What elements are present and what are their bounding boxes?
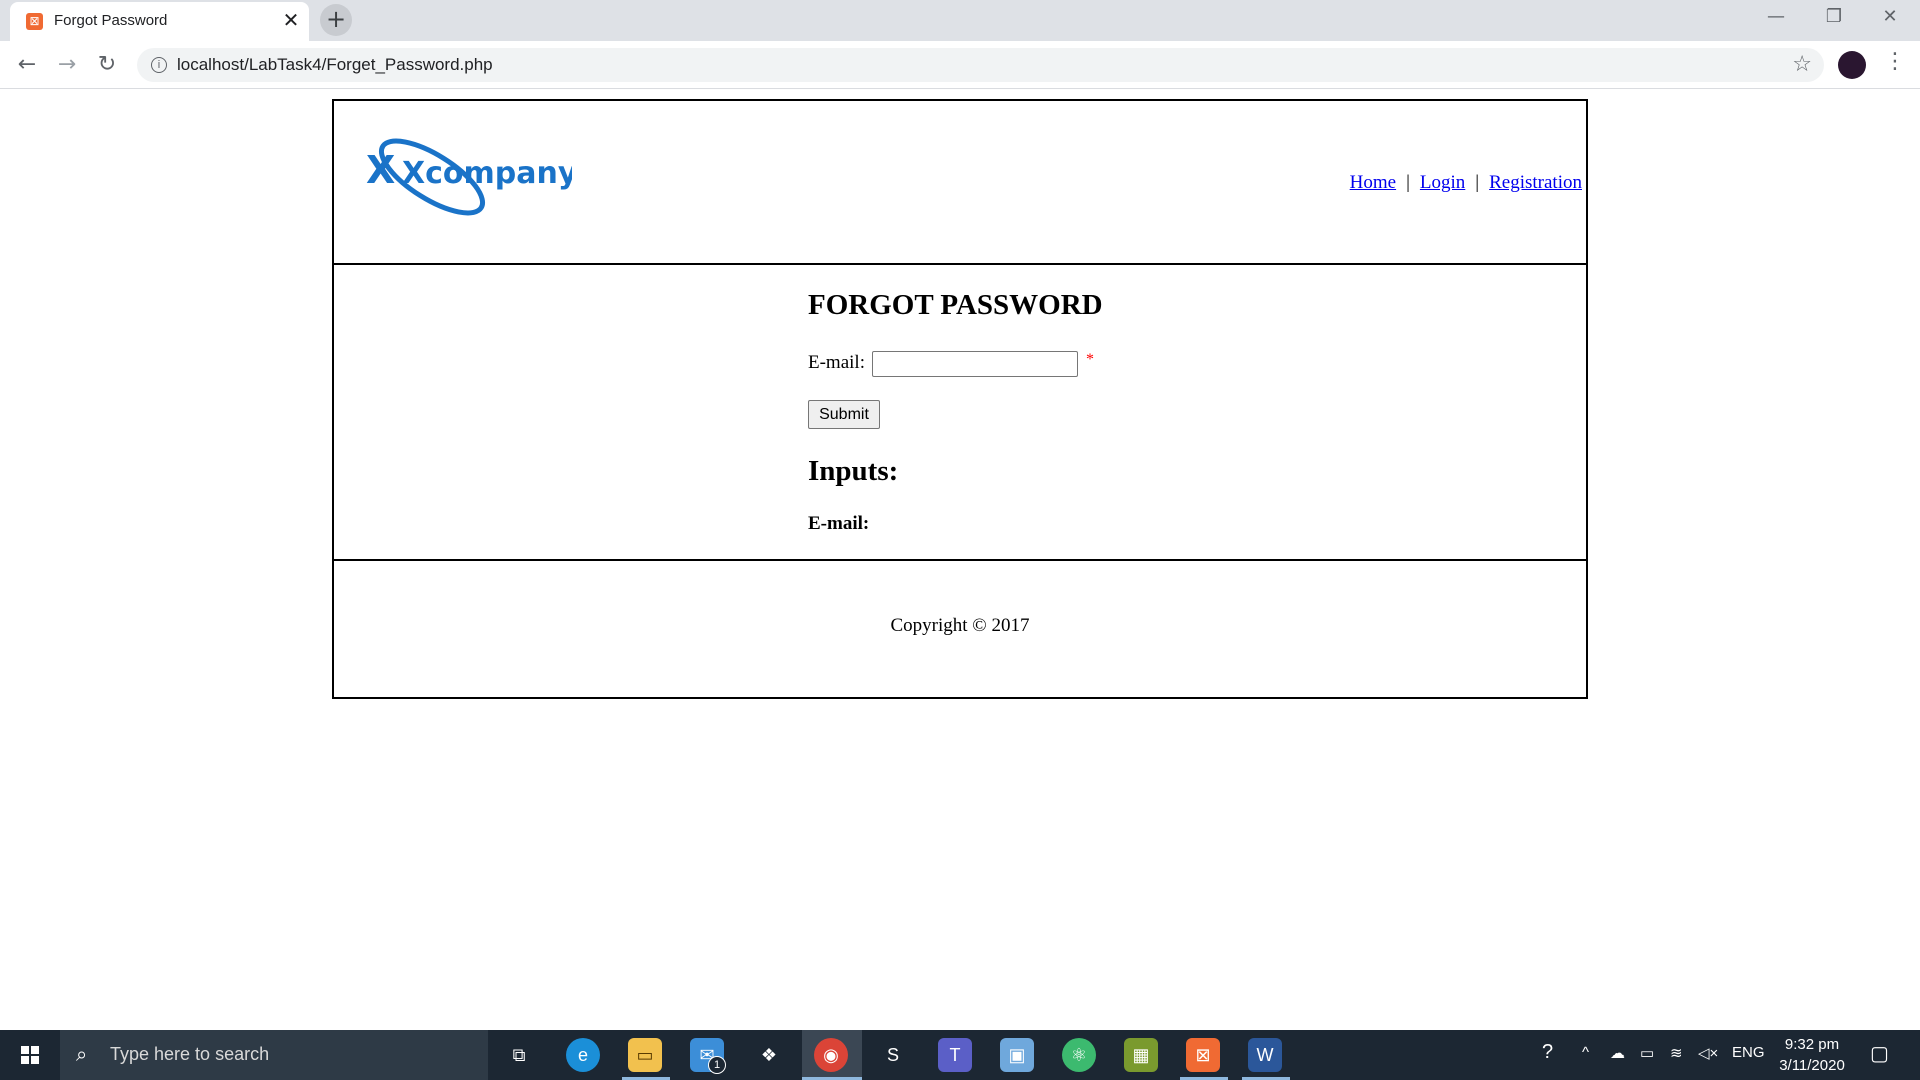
browser-toolbar: ← → ↻ i localhost/LabTask4/Forget_Passwo…: [0, 41, 1920, 89]
teams-icon[interactable]: T: [938, 1038, 972, 1072]
bookmark-star-icon[interactable]: ☆: [1792, 52, 1812, 77]
reload-icon[interactable]: ↻: [93, 51, 121, 79]
page-footer: Copyright © 2017: [334, 561, 1586, 697]
page-header: X Xcompany Home | Login | Registration: [334, 101, 1586, 265]
browser-tab[interactable]: ⊠ Forgot Password ✕: [10, 2, 309, 41]
xampp-icon[interactable]: ⊠: [1186, 1038, 1220, 1072]
info-icon[interactable]: i: [151, 57, 167, 73]
sublime-icon[interactable]: S: [876, 1038, 910, 1072]
dropbox-icon[interactable]: ❖: [752, 1038, 786, 1072]
mail-badge: 1: [708, 1056, 726, 1074]
back-arrow-icon[interactable]: ←: [13, 51, 41, 79]
tab-title: Forgot Password: [54, 12, 168, 29]
edge-icon[interactable]: e: [566, 1038, 600, 1072]
url-text[interactable]: localhost/LabTask4/Forget_Password.php: [177, 55, 493, 75]
battery-icon[interactable]: ▭: [1640, 1044, 1654, 1062]
window-close-icon[interactable]: ✕: [1870, 6, 1910, 27]
page-layout-table: X Xcompany Home | Login | Registration FORGO…: [332, 99, 1588, 699]
task-view-icon[interactable]: ⧉: [502, 1038, 536, 1072]
search-placeholder: Type here to search: [110, 1044, 270, 1064]
atom-icon[interactable]: ⚛: [1062, 1038, 1096, 1072]
browser-menu-icon[interactable]: ⋮: [1884, 49, 1906, 74]
tab-close-icon[interactable]: ✕: [280, 9, 302, 31]
windows-taskbar: ⌕ Type here to search ⧉ e ▭ ✉ 1 ❖ ◉ S T …: [0, 1030, 1920, 1080]
svg-text:X: X: [366, 148, 395, 192]
new-tab-button[interactable]: +: [320, 4, 352, 36]
onedrive-icon[interactable]: ☁: [1610, 1044, 1625, 1062]
chrome-icon[interactable]: ◉: [814, 1038, 848, 1072]
nav-separator: |: [1475, 172, 1480, 193]
nav-registration-link[interactable]: Registration: [1489, 172, 1582, 193]
winrar-icon[interactable]: ▦: [1124, 1038, 1158, 1072]
profile-avatar[interactable]: [1838, 51, 1866, 79]
restore-icon[interactable]: ❐: [1814, 6, 1854, 27]
search-icon: ⌕: [76, 1042, 88, 1066]
email-label: E-mail:: [808, 352, 865, 373]
submit-button[interactable]: Submit: [808, 400, 880, 429]
page-title: FORGOT PASSWORD: [808, 289, 1103, 321]
clock-date: 3/11/2020: [1779, 1057, 1845, 1074]
email-input[interactable]: [872, 351, 1078, 377]
word-icon[interactable]: W: [1248, 1038, 1282, 1072]
volume-muted-icon[interactable]: ◁×: [1698, 1044, 1718, 1062]
xampp-favicon-icon: ⊠: [26, 13, 43, 30]
minimize-icon[interactable]: —: [1756, 6, 1796, 27]
inputs-heading: Inputs:: [808, 455, 899, 487]
file-explorer-icon[interactable]: ▭: [628, 1038, 662, 1072]
nav-separator: |: [1406, 172, 1410, 193]
address-bar[interactable]: i localhost/LabTask4/Forget_Password.php…: [137, 48, 1824, 82]
wifi-icon[interactable]: ≋: [1670, 1044, 1683, 1062]
virtualbox-icon[interactable]: ▣: [1000, 1038, 1034, 1072]
copyright-text: Copyright © 2017: [890, 615, 1030, 636]
taskbar-search[interactable]: ⌕ Type here to search: [60, 1030, 488, 1080]
clock-time: 9:32 pm: [1784, 1036, 1840, 1053]
language-indicator[interactable]: ENG: [1732, 1044, 1765, 1061]
xcompany-logo: X Xcompany: [366, 138, 572, 216]
forward-arrow-icon[interactable]: →: [53, 51, 81, 79]
browser-tab-bar: ⊠ Forgot Password ✕ + — ❐ ✕: [0, 0, 1920, 41]
inputs-email-label: E-mail:: [808, 513, 870, 534]
notifications-icon[interactable]: ▢: [1870, 1041, 1889, 1066]
nav-home-link[interactable]: Home: [1350, 172, 1396, 193]
top-navigation: Home | Login | Registration: [1350, 172, 1582, 194]
required-marker: *: [1086, 351, 1094, 368]
nav-login-link[interactable]: Login: [1420, 172, 1465, 193]
logo-text: Xcompany: [402, 156, 572, 191]
windows-start-icon[interactable]: [0, 1030, 60, 1080]
help-icon[interactable]: ?: [1542, 1041, 1553, 1064]
system-clock[interactable]: 9:32 pm 3/11/2020: [1766, 1034, 1858, 1076]
chevron-up-icon[interactable]: ^: [1582, 1044, 1589, 1061]
main-content: FORGOT PASSWORD E-mail: * Submit Inputs:…: [334, 265, 1586, 561]
